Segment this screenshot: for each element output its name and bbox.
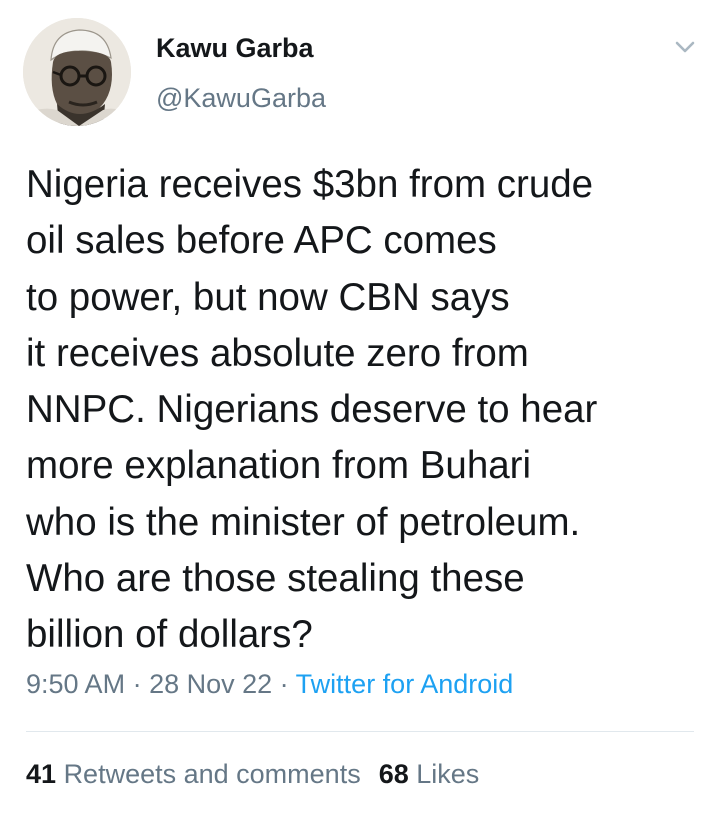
likes-label: Likes	[416, 759, 480, 789]
tweet-text-line: Who are those stealing these	[26, 557, 525, 601]
tweet-text-line: more explanation from Buhari	[26, 444, 532, 488]
tweet-text-line: it receives absolute zero from	[26, 331, 529, 375]
tweet-text-line: NNPC. Nigerians deserve to hear	[26, 388, 598, 432]
retweets-label: Retweets and comments	[63, 759, 361, 789]
tweet-text-line: Nigeria receives $3bn from crude	[26, 163, 594, 206]
meta-separator: ·	[125, 669, 150, 699]
retweets-count: 41	[26, 759, 57, 789]
tweet-text-line: billion of dollars?	[26, 613, 313, 657]
tweet-text-line: oil sales before APC comes	[26, 219, 497, 263]
chevron-down-icon[interactable]	[670, 34, 700, 60]
tweet-metadata: 9:50 AM · 28 Nov 22 · Twitter for Androi…	[26, 666, 513, 702]
tweet-date[interactable]: 28 Nov 22	[149, 669, 272, 699]
tweet-stats: 41 Retweets and comments 68 Likes	[26, 756, 479, 792]
tweet-card: Kawu Garba @KawuGarba Nigeria receives $…	[0, 0, 720, 815]
tweet-time[interactable]: 9:50 AM	[26, 669, 125, 699]
tweet-source-link[interactable]: Twitter for Android	[296, 669, 514, 699]
user-handle[interactable]: @KawuGarba	[156, 80, 326, 116]
tweet-text-line: to power, but now CBN says	[26, 275, 510, 319]
display-name[interactable]: Kawu Garba	[156, 30, 314, 66]
meta-separator: ·	[272, 669, 296, 699]
likes-stat[interactable]: 68 Likes	[379, 759, 480, 789]
avatar-portrait	[23, 18, 131, 126]
retweets-stat[interactable]: 41 Retweets and comments	[26, 759, 361, 789]
avatar[interactable]	[23, 18, 131, 126]
likes-count: 68	[378, 759, 409, 789]
tweet-text: Nigeria receives $3bn from crude oil sal…	[26, 157, 706, 664]
divider	[26, 731, 694, 732]
tweet-text-line: who is the minister of petroleum.	[26, 500, 581, 544]
